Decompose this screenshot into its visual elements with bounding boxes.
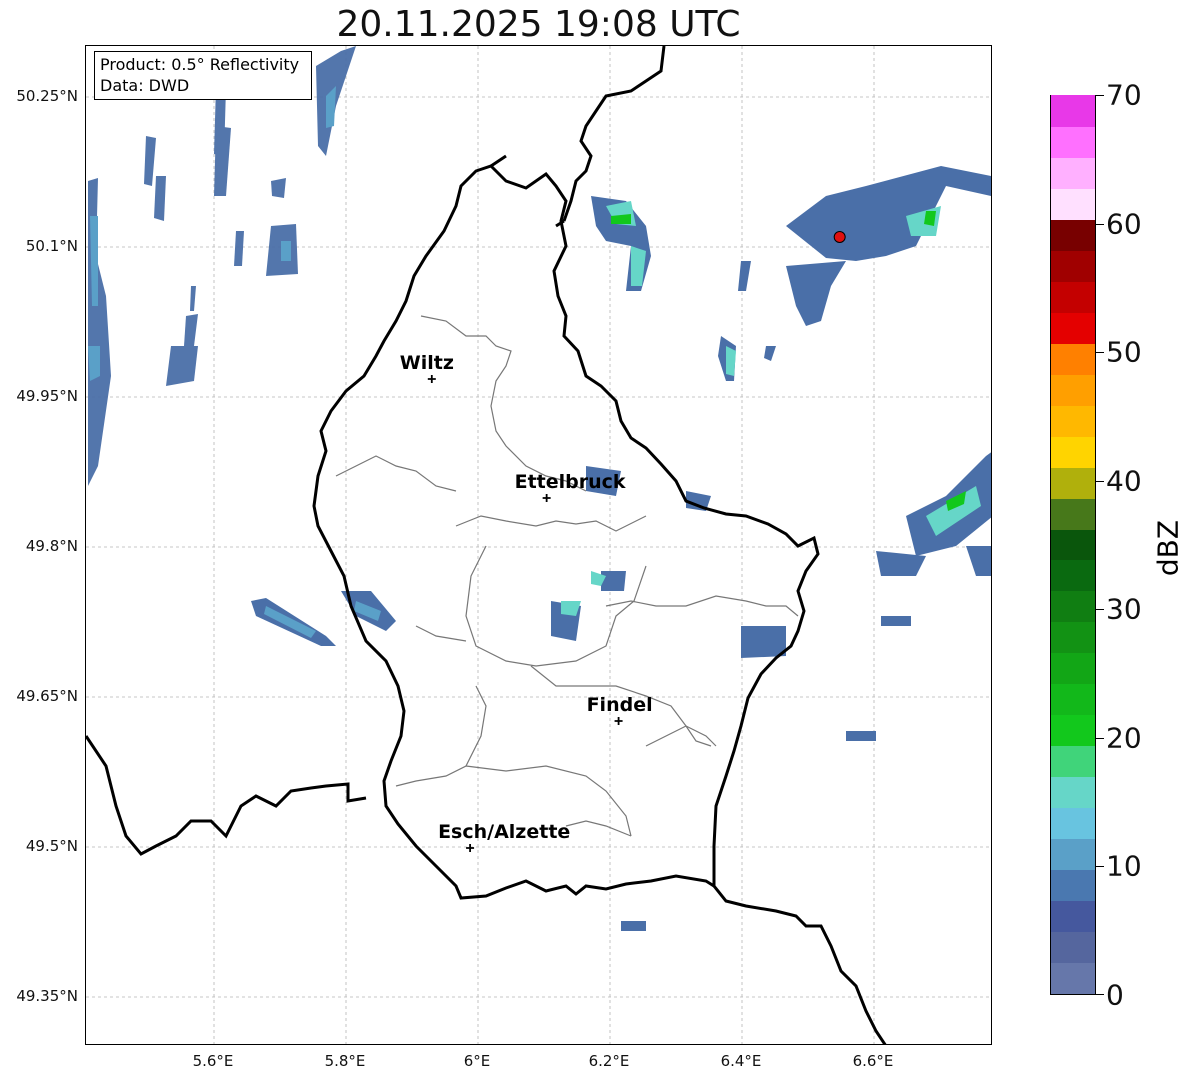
colorbar-tick	[1096, 223, 1104, 225]
colorbar-segment	[1051, 931, 1095, 964]
lat-tick-label: 49.8°N	[25, 537, 78, 555]
colorbar-segment	[1051, 126, 1095, 158]
colorbar-segment	[1051, 343, 1095, 375]
lon-tick-label: 6.4°E	[720, 1052, 762, 1070]
reflectivity-colorbar	[1050, 95, 1096, 995]
city-marker-icon	[614, 717, 623, 725]
colorbar-segment	[1051, 869, 1095, 902]
colorbar-segment	[1051, 900, 1095, 933]
radar-site-dot	[833, 231, 846, 243]
colorbar-tick	[1096, 866, 1104, 868]
colorbar-tick-label: 50	[1106, 335, 1142, 369]
colorbar-tick-label: 30	[1106, 592, 1142, 626]
colorbar-segment	[1051, 250, 1095, 282]
colorbar-segment	[1051, 621, 1095, 654]
colorbar-segment	[1051, 962, 1095, 994]
lat-tick-label: 50.25°N	[16, 87, 78, 105]
lon-tick-label: 5.6°E	[192, 1052, 234, 1070]
colorbar-segment	[1051, 652, 1095, 685]
colorbar-segment	[1051, 374, 1095, 406]
lat-tick-label: 49.65°N	[16, 687, 78, 705]
colorbar-tick-label: 10	[1106, 849, 1142, 883]
lat-tick-label: 49.5°N	[25, 837, 78, 855]
product-info-box: Product: 0.5° Reflectivity Data: DWD	[94, 51, 312, 100]
lat-tick-label: 49.35°N	[16, 987, 78, 1005]
colorbar-tick	[1096, 994, 1104, 995]
colorbar-tick-label: 40	[1106, 464, 1142, 498]
colorbar-segment	[1051, 405, 1095, 437]
colorbar-tick	[1096, 95, 1104, 96]
colorbar-segment	[1051, 528, 1095, 561]
city-label: Wiltz	[400, 352, 454, 374]
colorbar-segment	[1051, 157, 1095, 189]
lon-tick-label: 5.8°E	[324, 1052, 366, 1070]
colorbar-segment	[1051, 467, 1095, 499]
city-label: Findel	[587, 694, 653, 716]
colorbar-tick-label: 20	[1106, 721, 1142, 755]
colorbar-unit-label: dBZ	[1151, 519, 1184, 577]
radar-site-marker	[833, 231, 846, 243]
colorbar-tick	[1096, 352, 1104, 354]
colorbar-segment	[1051, 312, 1095, 344]
data-source-label: Data: DWD	[100, 76, 190, 95]
colorbar-segment	[1051, 838, 1095, 871]
city-ettelbruck: Ettelbruck	[515, 471, 626, 502]
city-findel: Findel	[587, 694, 653, 725]
colorbar-segment	[1051, 95, 1095, 127]
colorbar-tick-label: 60	[1106, 207, 1142, 241]
radar-map[interactable]: Wiltz Ettelbruck Findel Esch/Alzette	[85, 45, 992, 1045]
colorbar-tick	[1096, 480, 1104, 482]
city-marker-icon	[427, 375, 436, 383]
colorbar-segment	[1051, 776, 1095, 809]
colorbar-tick	[1096, 609, 1104, 611]
colorbar-segment	[1051, 219, 1095, 251]
map-title: 20.11.2025 19:08 UTC	[336, 4, 741, 45]
city-marker-icon	[542, 494, 551, 502]
colorbar-segment	[1051, 714, 1095, 747]
lat-tick-label: 50.1°N	[25, 237, 78, 255]
colorbar-segment	[1051, 745, 1095, 778]
city-label: Esch/Alzette	[438, 821, 570, 843]
map-canvas: Wiltz Ettelbruck Findel Esch/Alzette	[86, 46, 991, 1044]
colorbar-segment	[1051, 683, 1095, 716]
colorbar-tick	[1096, 737, 1104, 739]
lon-tick-label: 6.6°E	[852, 1052, 894, 1070]
lon-tick-label: 6.2°E	[588, 1052, 630, 1070]
lon-tick-label: 6°E	[463, 1052, 491, 1070]
colorbar-tick-label: 70	[1106, 78, 1142, 112]
colorbar-segment	[1051, 590, 1095, 623]
colorbar-segment	[1051, 281, 1095, 313]
colorbar-segment	[1051, 497, 1095, 530]
city-label: Ettelbruck	[515, 471, 626, 493]
city-wiltz: Wiltz	[400, 352, 454, 383]
lat-tick-label: 49.95°N	[16, 387, 78, 405]
colorbar-segment	[1051, 436, 1095, 468]
colorbar-segment	[1051, 807, 1095, 840]
city-marker-icon	[466, 844, 475, 852]
colorbar-segment	[1051, 559, 1095, 592]
colorbar-segment	[1051, 188, 1095, 220]
colorbar-tick-label: 0	[1106, 978, 1124, 1012]
product-label: Product: 0.5° Reflectivity	[100, 55, 300, 74]
country-borders	[86, 46, 887, 1044]
